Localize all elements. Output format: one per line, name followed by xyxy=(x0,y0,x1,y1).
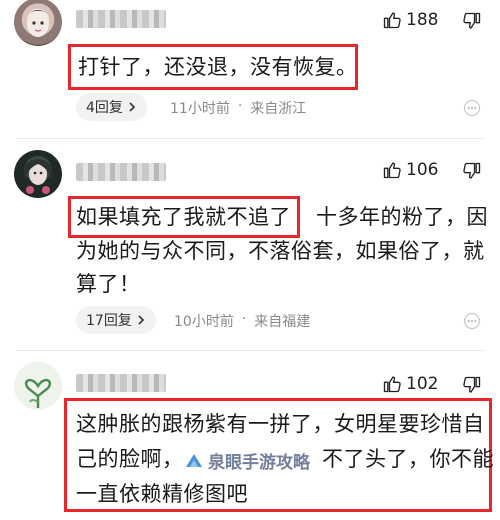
like-button[interactable]: 106 xyxy=(382,160,438,180)
avatar-figure-icon xyxy=(24,159,52,194)
thumbs-up-icon xyxy=(383,12,401,29)
comment-text: 打针了，还没退，没有恢复。 xyxy=(78,55,358,79)
more-icon[interactable] xyxy=(462,98,482,118)
avatar-heart-plant-icon xyxy=(24,378,52,408)
avatar[interactable] xyxy=(14,150,62,198)
username-blurred[interactable] xyxy=(76,10,166,28)
comment-text-line2a: 己的脸啊， xyxy=(76,447,184,471)
comment-text-line3: 一直依赖精修图吧 xyxy=(76,482,248,506)
comment-text-line1: 十多年的粉了，因 xyxy=(316,205,488,229)
comment-text-line2b: 不了头了，你不能 xyxy=(322,447,494,471)
reply-label: 4回复 xyxy=(86,100,123,116)
divider xyxy=(16,350,486,351)
comment-text-line3: 算了！ xyxy=(76,272,141,296)
more-icon[interactable] xyxy=(462,311,482,331)
avatar[interactable] xyxy=(14,362,62,410)
watermark-logo-icon xyxy=(186,453,202,467)
comment-meta: 10小时前 · 来自福建 xyxy=(174,311,310,331)
like-button[interactable]: 188 xyxy=(382,10,438,30)
reply-label: 17回复 xyxy=(86,313,132,329)
meta-dot: · xyxy=(241,311,247,327)
reply-button[interactable]: 4回复 xyxy=(76,93,147,121)
watermark-text: 泉眼手游攻略 xyxy=(208,453,310,473)
thumbs-down-icon[interactable] xyxy=(462,11,482,31)
like-count: 106 xyxy=(406,160,439,180)
meta-dot: · xyxy=(237,98,243,114)
thumbs-down-icon[interactable] xyxy=(462,375,482,395)
username-blurred[interactable] xyxy=(76,374,166,392)
chevron-right-icon xyxy=(129,102,136,112)
avatar-face-icon xyxy=(26,10,50,37)
thumbs-down-icon[interactable] xyxy=(462,161,482,181)
timestamp: 10小时前 xyxy=(174,314,234,330)
username-blurred[interactable] xyxy=(76,163,166,181)
location: 来自浙江 xyxy=(250,101,307,117)
thumbs-up-icon xyxy=(383,376,401,393)
timestamp: 11小时前 xyxy=(170,101,230,117)
divider xyxy=(16,138,486,139)
chevron-right-icon xyxy=(138,315,144,325)
comment-text-highlight: 如果填充了我就不追了 xyxy=(76,205,291,229)
comment-text-line2: 为她的与众不同，不落俗套，如果俗了，就 xyxy=(76,239,485,263)
watermark: 泉眼手游攻略 xyxy=(184,448,310,473)
location: 来自福建 xyxy=(254,314,311,330)
thumbs-up-icon xyxy=(383,162,401,179)
like-count: 102 xyxy=(406,374,439,394)
comment-text-line1: 这肿胀的跟杨紫有一拼了，女明星要珍惜自 xyxy=(76,412,485,436)
like-button[interactable]: 102 xyxy=(382,374,438,394)
reply-button[interactable]: 17回复 xyxy=(76,306,156,334)
like-count: 188 xyxy=(406,10,439,30)
comment-meta: 11小时前 · 来自浙江 xyxy=(170,98,306,118)
avatar[interactable] xyxy=(14,0,62,46)
